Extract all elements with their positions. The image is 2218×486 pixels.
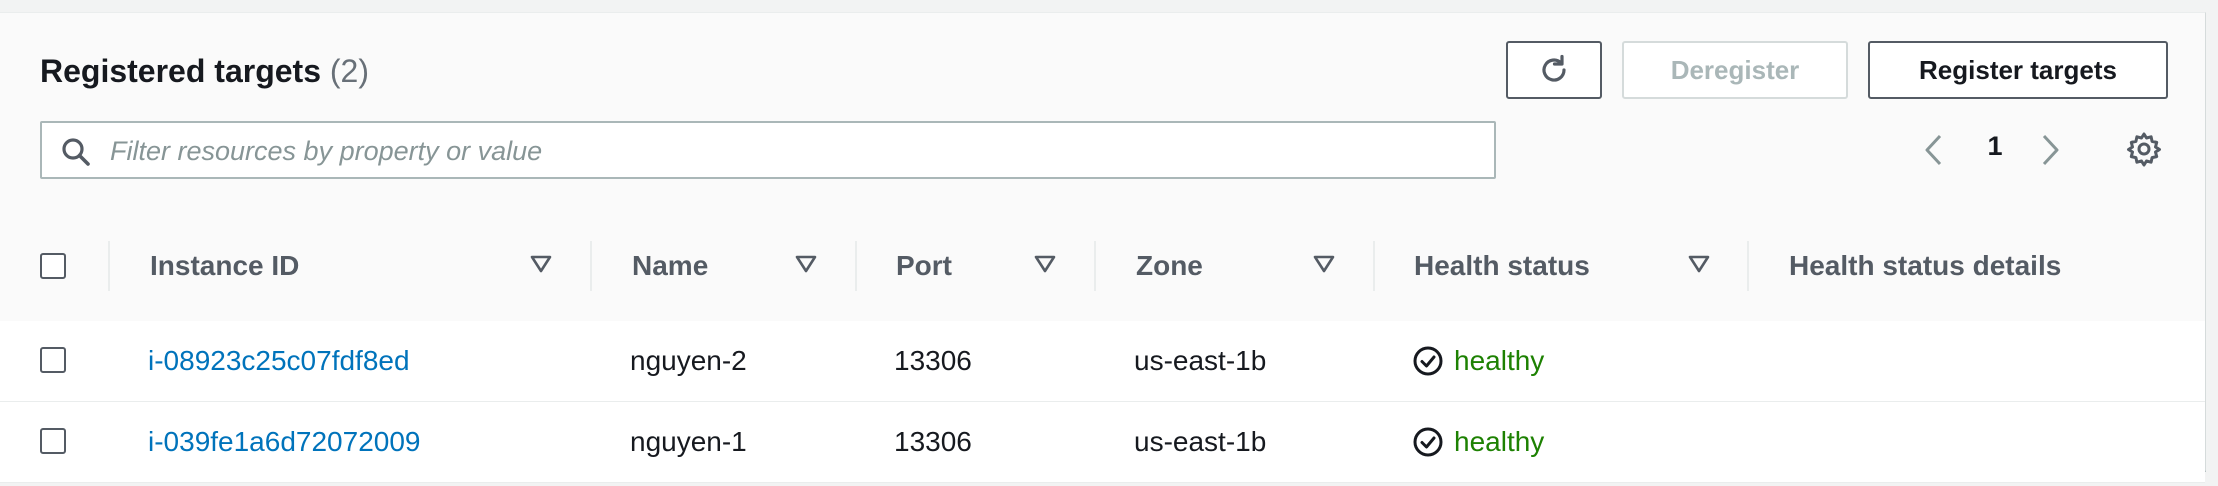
- settings-gear-icon[interactable]: [2126, 131, 2162, 167]
- instance-zone: us-east-1b: [1134, 426, 1267, 457]
- sort-name-icon[interactable]: [795, 254, 817, 274]
- column-header-health-status-details: Health status details: [1789, 250, 2062, 281]
- instance-zone: us-east-1b: [1134, 345, 1267, 376]
- health-status-text: healthy: [1454, 345, 1545, 376]
- instance-port: 13306: [894, 426, 972, 457]
- refresh-icon: [1542, 54, 1566, 82]
- search-icon: [62, 138, 90, 166]
- health-status-text: healthy: [1454, 426, 1545, 457]
- select-all-checkbox[interactable]: [40, 253, 66, 279]
- instance-name: nguyen-2: [630, 345, 747, 376]
- sort-instance-id-icon[interactable]: [530, 254, 552, 274]
- table-header: Instance ID Name Port Zone Health status…: [0, 211, 2205, 322]
- current-page-number[interactable]: 1: [1978, 131, 2012, 162]
- previous-page-icon[interactable]: [1922, 133, 1946, 167]
- filter-input[interactable]: [108, 129, 1472, 173]
- column-header-health-status[interactable]: Health status: [1414, 211, 1590, 321]
- column-divider: [108, 241, 110, 291]
- column-header-instance-id[interactable]: Instance ID: [150, 211, 299, 321]
- sort-port-icon[interactable]: [1034, 254, 1056, 274]
- instance-id-link[interactable]: i-039fe1a6d72072009: [148, 402, 420, 482]
- instance-id-link[interactable]: i-08923c25c07fdf8ed: [148, 321, 410, 401]
- panel-header: Registered targets (2) Deregister Regist…: [0, 13, 2205, 212]
- instance-name: nguyen-1: [630, 426, 747, 457]
- registered-targets-panel: Registered targets (2) Deregister Regist…: [0, 12, 2206, 483]
- check-circle-icon: [1412, 345, 1444, 377]
- register-targets-button[interactable]: Register targets: [1868, 41, 2168, 99]
- check-circle-icon: [1412, 426, 1444, 458]
- row-checkbox[interactable]: [40, 347, 66, 373]
- column-header-zone[interactable]: Zone: [1136, 211, 1203, 321]
- sort-health-status-icon[interactable]: [1688, 254, 1710, 274]
- sort-zone-icon[interactable]: [1313, 254, 1335, 274]
- instance-port: 13306: [894, 345, 972, 376]
- column-divider: [590, 241, 592, 291]
- table-row[interactable]: i-039fe1a6d72072009 nguyen-1 13306 us-ea…: [0, 402, 2205, 483]
- column-header-name[interactable]: Name: [632, 211, 708, 321]
- title-text: Registered targets: [40, 53, 321, 89]
- health-status: healthy: [1412, 402, 1544, 482]
- column-divider: [1094, 241, 1096, 291]
- column-divider: [1373, 241, 1375, 291]
- refresh-button[interactable]: [1506, 41, 1602, 99]
- column-divider: [855, 241, 857, 291]
- row-checkbox[interactable]: [40, 428, 66, 454]
- column-divider: [1747, 241, 1749, 291]
- table-row[interactable]: i-08923c25c07fdf8ed nguyen-2 13306 us-ea…: [0, 321, 2205, 402]
- deregister-button[interactable]: Deregister: [1622, 41, 1848, 99]
- filter-search-box[interactable]: [40, 121, 1496, 179]
- page-title: Registered targets (2): [40, 53, 369, 90]
- target-count: (2): [329, 53, 369, 89]
- next-page-icon[interactable]: [2038, 133, 2062, 167]
- column-header-port[interactable]: Port: [896, 211, 952, 321]
- health-status: healthy: [1412, 321, 1544, 401]
